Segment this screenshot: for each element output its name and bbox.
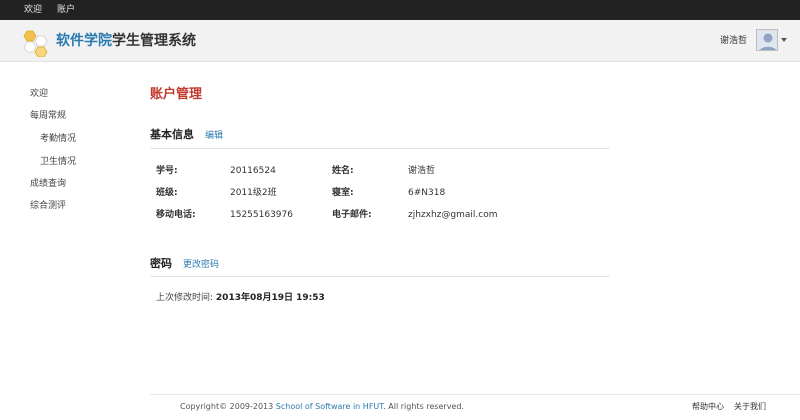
last-modified-value: 2013年08月19日 19:53 <box>215 293 325 303</box>
chevron-down-icon[interactable] <box>781 38 787 42</box>
dorm-label: 寝室: <box>332 188 354 198</box>
edit-link[interactable]: 编辑 <box>205 130 223 142</box>
password-divider <box>150 276 610 277</box>
name-label: 姓名: <box>332 166 354 176</box>
sidebar-item-weekly[interactable]: 每周常规 <box>30 110 66 122</box>
avatar[interactable] <box>756 29 778 51</box>
top-nav-bar: 欢迎 账户 <box>0 0 800 20</box>
student-id-value: 20116524 <box>230 166 276 176</box>
app-title-highlight: 软件学院 <box>56 33 112 49</box>
copyright-suffix: . All rights reserved. <box>383 402 464 411</box>
topnav-welcome[interactable]: 欢迎 <box>24 4 42 16</box>
app-header: 软件学院学生管理系统 谢浩哲 <box>0 20 800 62</box>
sidebar-item-grades[interactable]: 成绩查询 <box>30 178 66 190</box>
sidebar-item-welcome[interactable]: 欢迎 <box>30 88 48 100</box>
name-value: 谢浩哲 <box>408 166 436 176</box>
password-last-modified: 上次修改时间: 2013年08月19日 19:53 <box>156 292 325 304</box>
phone-label: 移动电话: <box>156 210 196 220</box>
sidebar-item-evaluation[interactable]: 综合测评 <box>30 200 66 212</box>
footer-divider <box>150 394 800 395</box>
topnav-account[interactable]: 账户 <box>57 4 75 16</box>
email-label: 电子邮件: <box>332 210 372 220</box>
username-label[interactable]: 谢浩哲 <box>720 35 747 47</box>
student-id-label: 学号: <box>156 166 178 176</box>
sidebar-item-hygiene[interactable]: 卫生情况 <box>40 156 76 168</box>
email-value: zjhzxhz@gmail.com <box>408 210 498 220</box>
app-title[interactable]: 软件学院学生管理系统 <box>56 33 196 49</box>
phone-value: 15255163976 <box>230 210 293 220</box>
copyright-prefix: Copyright© 2009-2013 <box>180 402 274 411</box>
sidebar-item-attendance[interactable]: 考勤情况 <box>40 133 76 145</box>
password-heading: 密码 <box>150 257 172 270</box>
basic-info-divider <box>150 148 610 149</box>
last-modified-label: 上次修改时间: <box>156 293 214 303</box>
footer-help-link[interactable]: 帮助中心 <box>692 401 724 413</box>
hexagon-logo-icon <box>23 30 48 57</box>
footer-about-link[interactable]: 关于我们 <box>734 401 766 413</box>
dorm-value: 6#N318 <box>408 188 446 198</box>
footer-org-link[interactable]: School of Software in HFUT <box>276 402 383 411</box>
user-avatar-icon <box>757 30 777 50</box>
app-title-rest: 学生管理系统 <box>112 33 196 49</box>
change-password-link[interactable]: 更改密码 <box>183 259 219 271</box>
page-title: 账户管理 <box>150 87 203 102</box>
footer-copyright: Copyright© 2009-2013 School of Software … <box>180 401 464 413</box>
class-label: 班级: <box>156 188 178 198</box>
basic-info-heading: 基本信息 <box>150 128 194 141</box>
class-value: 2011级2班 <box>230 188 277 198</box>
